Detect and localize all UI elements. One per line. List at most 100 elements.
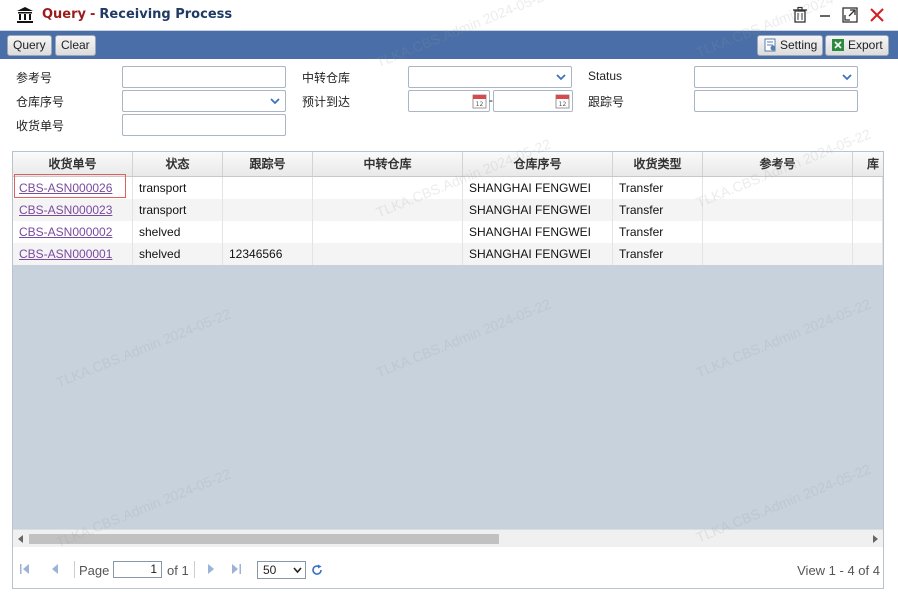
page-size-value: 50 (263, 563, 277, 577)
col-header-tracking-no[interactable]: 跟踪号 (223, 152, 313, 176)
chevron-down-icon (838, 68, 856, 86)
receipt-no-input[interactable] (122, 114, 286, 136)
receipt-no-link[interactable]: CBS-ASN000001 (19, 247, 112, 261)
ref-no-cell (703, 199, 853, 221)
next-page-icon[interactable] (205, 563, 217, 575)
tracking-no-cell (223, 177, 313, 199)
grid-body: CBS-ASN000026 transport SHANGHAI FENGWEI… (13, 177, 883, 529)
results-grid: 收货单号 状态 跟踪号 中转仓库 仓库序号 收货类型 参考号 库 CBS-ASN… (12, 151, 884, 589)
page-number-input[interactable]: 1 (113, 561, 162, 578)
eta-to-input[interactable]: 12 (493, 90, 573, 112)
transit-warehouse-cell (313, 221, 463, 243)
horizontal-scrollbar[interactable] (13, 529, 883, 547)
col-header-warehouse-no[interactable]: 仓库序号 (463, 152, 613, 176)
last-page-icon[interactable] (230, 563, 242, 575)
warehouse-cell (853, 221, 883, 243)
prev-page-icon[interactable] (49, 563, 61, 575)
eta-from-input[interactable]: 12 (408, 90, 490, 112)
calendar-icon[interactable]: 12 (472, 93, 487, 109)
setting-button[interactable]: Setting (757, 35, 824, 56)
refresh-icon[interactable] (311, 564, 323, 576)
receipt-no-cell: CBS-ASN000026 (13, 177, 133, 199)
ref-no-cell (703, 177, 853, 199)
status-cell: transport (133, 199, 223, 221)
ref-no-label: 参考号 (16, 71, 53, 85)
svg-text:12: 12 (559, 101, 567, 108)
status-cell: shelved (133, 243, 223, 265)
col-header-receipt-type[interactable]: 收货类型 (613, 152, 703, 176)
col-header-ref-no[interactable]: 参考号 (703, 152, 853, 176)
tracking-no-label: 跟踪号 (588, 95, 625, 109)
window-title: Query - Receiving Process (42, 7, 232, 22)
scroll-left-icon[interactable] (17, 535, 25, 543)
tracking-no-input[interactable] (694, 90, 858, 112)
ref-no-cell (703, 221, 853, 243)
pager: Page 1 of 1 50 View 1 - 4 of 4 (13, 550, 883, 588)
col-header-transit-warehouse[interactable]: 中转仓库 (313, 152, 463, 176)
warehouse-no-cell: SHANGHAI FENGWEI (463, 177, 613, 199)
table-row[interactable]: CBS-ASN000001 shelved 12346566 SHANGHAI … (13, 243, 883, 265)
maximize-icon[interactable] (840, 5, 860, 25)
status-label: Status (588, 69, 623, 83)
scrollbar-thumb[interactable] (29, 534, 499, 544)
chevron-down-icon (293, 567, 302, 574)
first-page-icon[interactable] (19, 563, 31, 575)
query-button[interactable]: Query (7, 35, 52, 56)
receipt-no-link[interactable]: CBS-ASN000002 (19, 225, 112, 239)
clear-button[interactable]: Clear (55, 35, 96, 56)
transit-warehouse-label: 中转仓库 (302, 71, 351, 85)
warehouse-no-cell: SHANGHAI FENGWEI (463, 199, 613, 221)
receipt-type-cell: Transfer (613, 199, 703, 221)
warehouse-no-cell: SHANGHAI FENGWEI (463, 243, 613, 265)
title-query: Query (42, 7, 87, 22)
setting-label: Setting (780, 38, 818, 52)
page-total-text: of 1 (167, 563, 189, 578)
ref-no-input[interactable] (122, 66, 286, 88)
warehouse-cell (853, 243, 883, 265)
search-form: 参考号 中转仓库 Status 仓库序号 预计到达 12 - 12 跟踪号 收货… (0, 59, 898, 147)
warehouse-no-cell: SHANGHAI FENGWEI (463, 221, 613, 243)
warehouse-no-select[interactable] (122, 90, 286, 112)
setting-icon (764, 38, 776, 52)
warehouse-no-label: 仓库序号 (16, 95, 65, 109)
transit-warehouse-cell (313, 199, 463, 221)
export-button[interactable]: Export (825, 35, 889, 56)
receipt-no-link[interactable]: CBS-ASN000023 (19, 203, 112, 217)
grid-header: 收货单号 状态 跟踪号 中转仓库 仓库序号 收货类型 参考号 库 (13, 152, 883, 177)
receipt-type-cell: Transfer (613, 177, 703, 199)
window-titlebar: Query - Receiving Process (0, 0, 898, 31)
scroll-right-icon[interactable] (871, 535, 879, 543)
transit-warehouse-select[interactable] (408, 66, 572, 88)
title-process: Receiving Process (99, 7, 233, 22)
receipt-no-label: 收货单号 (16, 119, 65, 133)
trash-icon[interactable] (790, 5, 810, 25)
transit-warehouse-cell (313, 243, 463, 265)
table-row[interactable]: CBS-ASN000026 transport SHANGHAI FENGWEI… (13, 177, 883, 199)
calendar-icon[interactable]: 12 (555, 93, 570, 109)
status-select[interactable] (694, 66, 858, 88)
table-row[interactable]: CBS-ASN000023 transport SHANGHAI FENGWEI… (13, 199, 883, 221)
pager-divider (74, 561, 75, 578)
warehouse-cell (853, 177, 883, 199)
receipt-no-link[interactable]: CBS-ASN000026 (19, 181, 112, 195)
excel-icon (832, 38, 844, 51)
export-label: Export (848, 38, 883, 52)
tracking-no-cell: 12346566 (223, 243, 313, 265)
page-label: Page (79, 563, 110, 578)
svg-text:12: 12 (476, 101, 484, 108)
page-size-select[interactable]: 50 (257, 561, 306, 579)
col-header-warehouse[interactable]: 库 (853, 152, 883, 176)
chevron-down-icon (266, 92, 284, 110)
toolbar: Query Clear Setting Export (0, 31, 898, 59)
receipt-no-cell: CBS-ASN000023 (13, 199, 133, 221)
col-header-status[interactable]: 状态 (133, 152, 223, 176)
view-range-text: View 1 - 4 of 4 (797, 563, 880, 578)
minimize-icon[interactable] (815, 5, 835, 25)
warehouse-cell (853, 199, 883, 221)
table-row[interactable]: CBS-ASN000002 shelved SHANGHAI FENGWEI T… (13, 221, 883, 243)
col-header-receipt-no[interactable]: 收货单号 (13, 152, 133, 176)
title-separator: - (90, 7, 96, 22)
close-icon[interactable] (867, 5, 887, 25)
receipt-type-cell: Transfer (613, 221, 703, 243)
status-cell: shelved (133, 221, 223, 243)
